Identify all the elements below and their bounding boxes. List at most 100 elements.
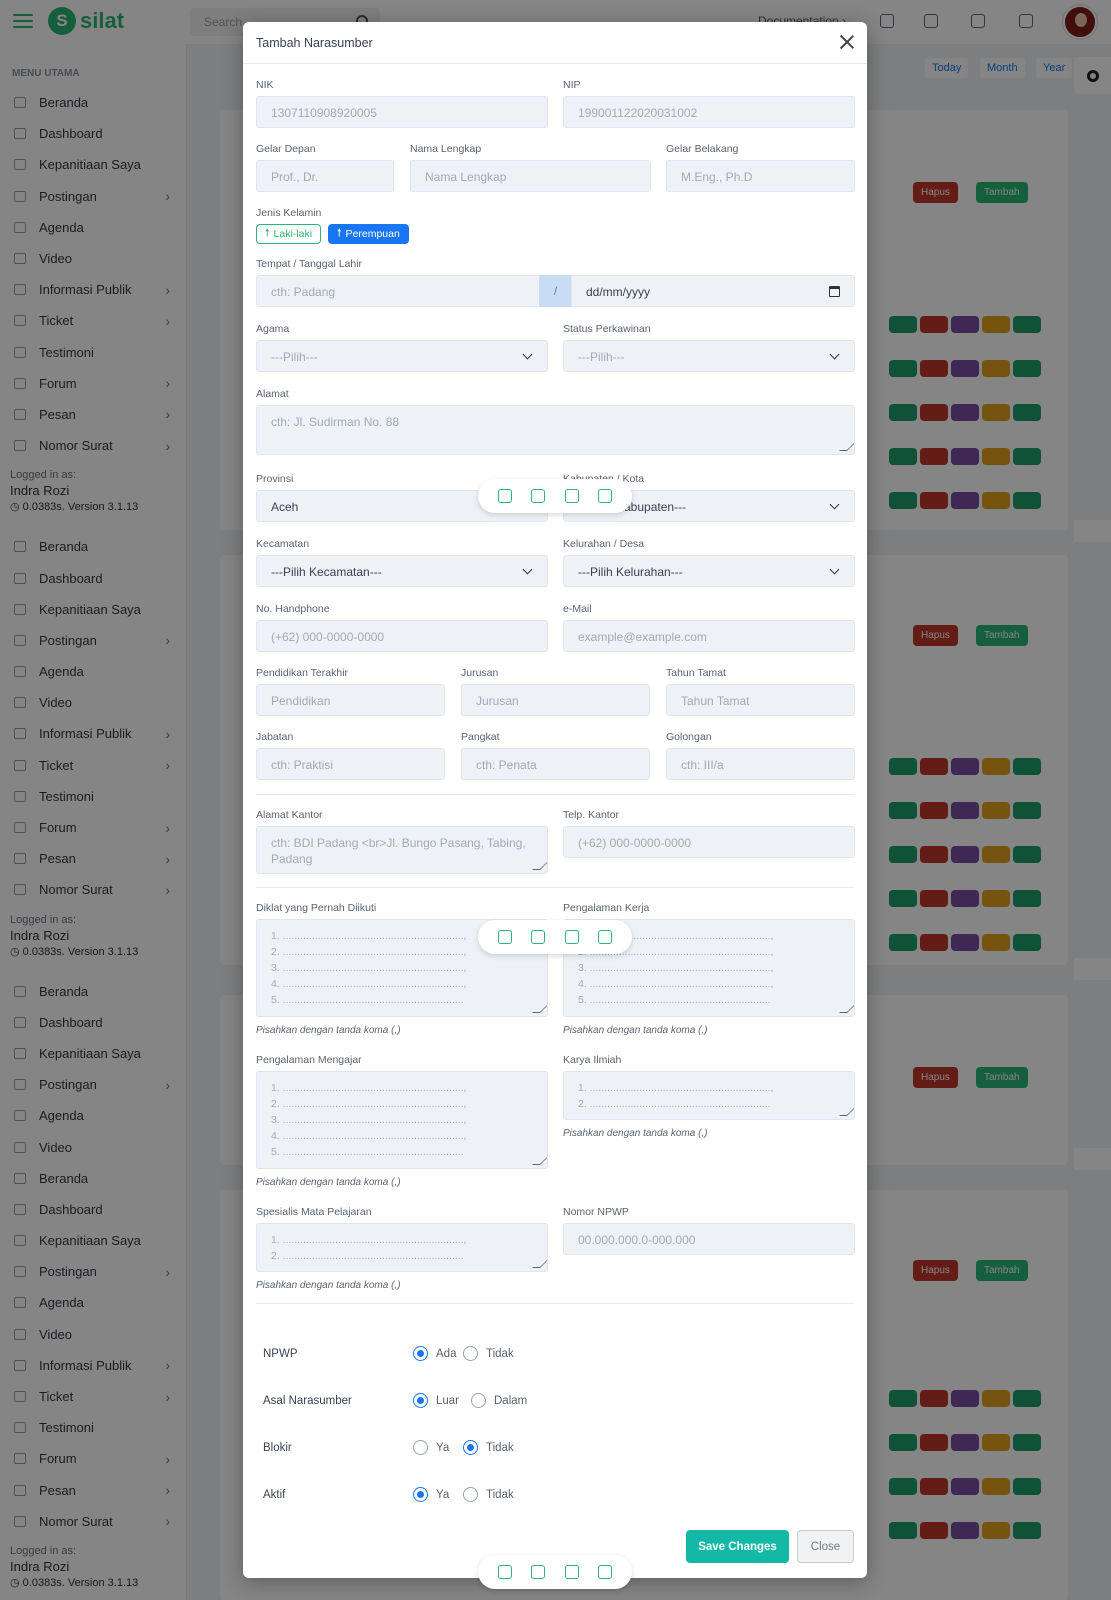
- chevron-down-icon: [522, 349, 533, 360]
- quick-nav: [478, 479, 632, 513]
- status-perkawinan-select[interactable]: ---Pilih---: [563, 340, 855, 372]
- kelurahan-select[interactable]: ---Pilih Kelurahan---: [563, 555, 855, 587]
- home-icon[interactable]: [497, 489, 512, 503]
- radio-option-label: Ya: [436, 1441, 450, 1454]
- handphone-field[interactable]: (+62) 000-0000-0000: [256, 620, 548, 652]
- label-nomor-npwp: Nomor NPWP: [563, 1206, 629, 1218]
- lock-icon[interactable]: [564, 489, 579, 503]
- radio-option[interactable]: Luar: [413, 1393, 459, 1408]
- radio-option[interactable]: Ya: [413, 1440, 449, 1455]
- radio-option[interactable]: Tidak: [463, 1487, 514, 1502]
- label-golongan: Golongan: [666, 731, 712, 743]
- label-tahun-tamat: Tahun Tamat: [666, 667, 726, 679]
- alamat-textarea[interactable]: cth: Jl. Sudirman No. 88: [256, 405, 855, 455]
- label-pendidikan: Pendidikan Terakhir: [256, 667, 349, 679]
- email-field[interactable]: example@example.com: [563, 620, 855, 652]
- placeholder-line: 2. .....................................…: [271, 1250, 464, 1262]
- power-icon[interactable]: [598, 1565, 613, 1579]
- divider: [256, 887, 854, 888]
- spesialis-textarea[interactable]: 1. .....................................…: [256, 1223, 548, 1272]
- home-icon[interactable]: [497, 1565, 512, 1579]
- radio-button[interactable]: [471, 1393, 486, 1408]
- placeholder-line: 5. .....................................…: [271, 1146, 464, 1158]
- gelar-depan-field[interactable]: Prof., Dr.: [256, 160, 394, 192]
- lock-icon[interactable]: [564, 1565, 579, 1579]
- golongan-field[interactable]: cth: III/a: [666, 748, 855, 780]
- label-email: e-Mail: [563, 603, 592, 615]
- modal-header: Tambah Narasumber: [243, 22, 867, 64]
- hint-text: Pisahkan dengan tanda koma (,): [563, 1025, 708, 1036]
- radio-option-label: Tidak: [486, 1488, 514, 1501]
- radio-option[interactable]: Tidak: [463, 1440, 514, 1455]
- label-spesialis: Spesialis Mata Pelajaran: [256, 1206, 372, 1218]
- calendar-icon[interactable]: [829, 286, 840, 297]
- agama-select[interactable]: ---Pilih---: [256, 340, 548, 372]
- hint-text: Pisahkan dengan tanda koma (,): [256, 1025, 401, 1036]
- user-icon[interactable]: [531, 1565, 546, 1579]
- radio-button[interactable]: [413, 1346, 428, 1361]
- radio-option-label: Ya: [436, 1488, 450, 1501]
- kecamatan-select[interactable]: ---Pilih Kecamatan---: [256, 555, 548, 587]
- radio-option-label: Tidak: [486, 1347, 514, 1360]
- jabatan-field[interactable]: cth: Praktisi: [256, 748, 445, 780]
- pendidikan-field[interactable]: Pendidikan: [256, 684, 445, 716]
- close-icon[interactable]: [839, 34, 855, 50]
- karya-ilmiah-textarea[interactable]: 1. .....................................…: [563, 1071, 855, 1120]
- placeholder-line: 1. .....................................…: [578, 1082, 774, 1094]
- chevron-down-icon: [829, 564, 840, 575]
- power-icon[interactable]: [598, 930, 613, 944]
- pengalaman-mengajar-textarea[interactable]: 1. .....................................…: [256, 1071, 548, 1169]
- placeholder-line: 1. .....................................…: [271, 1234, 467, 1246]
- label-karya-ilmiah: Karya Ilmiah: [563, 1054, 622, 1066]
- label-kecamatan: Kecamatan: [256, 538, 310, 550]
- tanggal-lahir-field[interactable]: dd/mm/yyyy: [571, 275, 855, 307]
- nik-field[interactable]: 1307110908920005: [256, 96, 548, 128]
- label-diklat: Diklat yang Pernah Diikuti: [256, 902, 377, 914]
- placeholder-line: 1. .....................................…: [271, 1082, 467, 1094]
- nama-lengkap-field[interactable]: Nama Lengkap: [410, 160, 651, 192]
- nomor-npwp-field[interactable]: 00.000.000.0-000.000: [563, 1223, 855, 1255]
- hint-text: Pisahkan dengan tanda koma (,): [256, 1177, 401, 1188]
- radio-option[interactable]: Ada: [413, 1346, 456, 1361]
- radio-option[interactable]: Dalam: [471, 1393, 527, 1408]
- pangkat-field[interactable]: cth: Penata: [461, 748, 650, 780]
- close-button[interactable]: Close: [797, 1530, 854, 1563]
- user-icon[interactable]: [531, 930, 546, 944]
- label-alamat: Alamat: [256, 388, 289, 400]
- radio-option[interactable]: Tidak: [463, 1346, 514, 1361]
- label-gelar-belakang: Gelar Belakang: [666, 143, 739, 155]
- label-provinsi: Provinsi: [256, 473, 294, 485]
- label-nama-lengkap: Nama Lengkap: [410, 143, 482, 155]
- label-pengalaman-mengajar: Pengalaman Mengajar: [256, 1054, 362, 1066]
- radio-group-label: Aktif: [263, 1489, 286, 1501]
- jurusan-field[interactable]: Jurusan: [461, 684, 650, 716]
- tempat-lahir-field[interactable]: cth: Padang: [256, 275, 540, 307]
- alamat-kantor-textarea[interactable]: cth: BDI Padang <br>Jl. Bungo Pasang, Ta…: [256, 826, 548, 874]
- home-icon[interactable]: [497, 930, 512, 944]
- user-icon[interactable]: [531, 489, 546, 503]
- ttl-separator: /: [539, 275, 572, 307]
- radio-option-label: Luar: [436, 1394, 460, 1407]
- radio-button[interactable]: [463, 1440, 478, 1455]
- radio-button[interactable]: [413, 1393, 428, 1408]
- radio-button[interactable]: [413, 1487, 428, 1502]
- gelar-belakang-field[interactable]: M.Eng., Ph.D: [666, 160, 855, 192]
- label-jenis-kelamin: Jenis Kelamin: [256, 207, 322, 219]
- placeholder-line: 3. .....................................…: [271, 962, 467, 974]
- radio-option[interactable]: Ya: [413, 1487, 449, 1502]
- radio-button[interactable]: [413, 1440, 428, 1455]
- chevron-down-icon: [829, 499, 840, 510]
- telp-kantor-field[interactable]: (+62) 000-0000-0000: [563, 826, 855, 858]
- tahun-tamat-field[interactable]: Tahun Tamat: [666, 684, 855, 716]
- lock-icon[interactable]: [564, 930, 579, 944]
- label-ttl: Tempat / Tanggal Lahir: [256, 258, 363, 270]
- gender-female-button[interactable]: 🠕 Perempuan: [328, 224, 409, 244]
- save-changes-button[interactable]: Save Changes: [686, 1530, 789, 1563]
- nip-field[interactable]: 199001122020031002: [563, 96, 855, 128]
- radio-option-label: Dalam: [494, 1394, 528, 1407]
- power-icon[interactable]: [598, 489, 613, 503]
- placeholder-line: 4. .....................................…: [271, 978, 467, 990]
- radio-button[interactable]: [463, 1487, 478, 1502]
- radio-button[interactable]: [463, 1346, 478, 1361]
- gender-male-button[interactable]: 🠕 Laki-laki: [256, 224, 322, 244]
